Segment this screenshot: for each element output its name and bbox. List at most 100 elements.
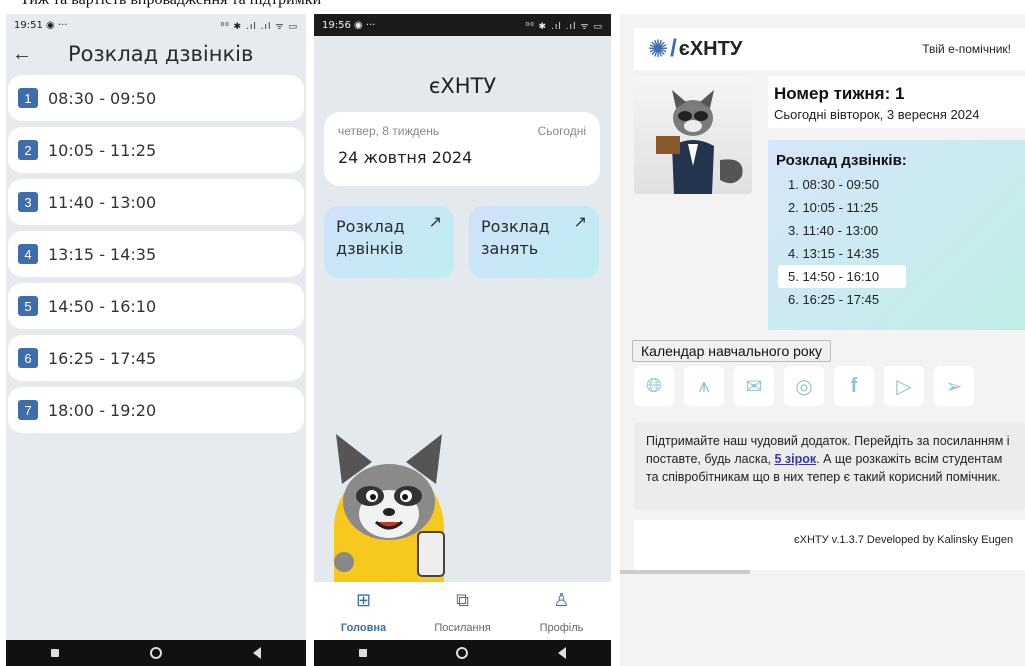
android-nav-bar	[6, 640, 306, 666]
list-item: 2 10:05 - 11:25	[8, 127, 304, 173]
footer-text: єХНТУ v.1.3.7 Developed by Kalinsky Euge…	[794, 534, 1014, 546]
home-icon[interactable]	[149, 647, 162, 659]
list-item: 3 11:40 - 13:00	[8, 179, 304, 225]
facebook-icon[interactable]: f	[834, 366, 874, 406]
status-right-icons: ⁰⁰ ✱ .ıl .ıl ᯤ ▭	[525, 21, 603, 32]
web-app-panel: ✺ / єХНТУ Твій е-помічник! Номер тижня: …	[620, 14, 1025, 666]
today-label: Сьогодні	[537, 124, 586, 138]
tab-label: Посилання	[434, 622, 491, 634]
site-header: ✺ / єХНТУ Твій е-помічник!	[634, 28, 1025, 70]
date-card: четвер, 8 тиждень Сьогодні 24 жовтня 202…	[324, 112, 600, 186]
arrow-up-right-icon: ↗	[428, 214, 442, 231]
page-title: Розклад дзвінків	[68, 42, 254, 66]
website-globe-icon[interactable]: 🌐︎	[634, 366, 674, 406]
week-number: Номер тижня: 1	[774, 84, 905, 103]
list-item: 1 08:30 - 09:50	[8, 75, 304, 121]
bell-schedule-box: Розклад дзвінків: 1. 08:30 - 09:50 2. 10…	[768, 140, 1025, 330]
tile-label: Розклад дзвінків	[336, 217, 405, 258]
university-icon[interactable]: ⩚	[684, 366, 724, 406]
tab-label: Профіль	[539, 622, 584, 634]
bell-time: 13:15 - 14:35	[48, 244, 157, 264]
horizontal-scrollbar[interactable]	[620, 570, 750, 574]
telegram-icon[interactable]: ➢	[934, 366, 974, 406]
weekday-label: четвер, 8 тиждень	[338, 124, 440, 138]
home-icon[interactable]	[456, 647, 469, 659]
list-item: 4 13:15 - 14:35	[8, 231, 304, 277]
user-icon: ♙	[553, 590, 570, 610]
bell-time: 14:50 - 16:10	[48, 296, 157, 316]
bell-time: 08:30 - 09:50	[48, 88, 157, 108]
raccoon-reading-icon	[656, 90, 743, 194]
support-message: Підтримайте наш чудовий додаток. Перейді…	[634, 422, 1025, 510]
instagram-icon[interactable]: ◎	[784, 366, 824, 406]
list-item: 6 16:25 - 17:45	[8, 335, 304, 381]
class-schedule-tile[interactable]: Розклад занять ↗	[469, 206, 599, 278]
logo-slash: /	[670, 35, 677, 62]
raccoon-mascot-icon	[334, 434, 445, 584]
raccoon-photo	[634, 76, 752, 194]
tile-label: Розклад занять	[481, 217, 550, 258]
list-item: 3. 11:40 - 13:00	[788, 223, 879, 238]
bells-title: Розклад дзвінків:	[776, 152, 907, 169]
bell-schedule-tile[interactable]: Розклад дзвінків ↗	[324, 206, 454, 278]
back-triangle-icon[interactable]	[558, 647, 567, 659]
list-item-current: 5. 14:50 - 16:10	[778, 265, 906, 288]
globe-logo-icon: ✺	[648, 35, 669, 63]
recent-apps-icon[interactable]	[358, 649, 367, 657]
list-item: 2. 10:05 - 11:25	[788, 200, 879, 215]
rate-link[interactable]: 5 зірок	[775, 452, 817, 466]
bell-number: 4	[18, 244, 38, 264]
bell-time: 16:25 - 17:45	[48, 348, 157, 368]
today-date: Сьогодні вівторок, 3 вересня 2024	[774, 107, 980, 122]
list-item: 6. 16:25 - 17:45	[788, 292, 880, 307]
site-footer: єХНТУ v.1.3.7 Developed by Kalinsky Euge…	[634, 520, 1025, 570]
site-logo[interactable]: ✺ / єХНТУ	[648, 35, 742, 64]
list-item: 5 14:50 - 16:10	[8, 283, 304, 329]
list-item: 7 18:00 - 19:20	[8, 387, 304, 433]
phone-home-screen: 19:56 ◉ ··· ⁰⁰ ✱ .ıl .ıl ᯤ ▭ єХНТУ четве…	[314, 14, 611, 666]
tagline: Твій е-помічник!	[922, 42, 1011, 56]
tab-home[interactable]: ⊞ Головна	[324, 590, 404, 634]
android-nav-bar	[314, 640, 611, 666]
bell-time: 10:05 - 11:25	[48, 140, 157, 160]
grid-icon: ⊞	[355, 590, 372, 610]
back-triangle-icon[interactable]	[252, 647, 261, 659]
week-info: Номер тижня: 1 Сьогодні вівторок, 3 вере…	[768, 76, 1025, 128]
status-right-icons: ⁰⁰ ✱ .ıl .ıl ᯤ ▭	[220, 21, 298, 32]
phone-bell-schedule: 19:51 ◉ ··· ⁰⁰ ✱ .ıl .ıl ᯤ ▭ ← Розклад д…	[6, 14, 306, 666]
bell-time: 18:00 - 19:20	[48, 400, 157, 420]
bell-number: 7	[18, 400, 38, 420]
logo-text: єХНТУ	[678, 37, 743, 60]
status-left-icons: ◉ ···	[354, 19, 376, 31]
arrow-up-right-icon: ↗	[573, 214, 587, 231]
bell-number: 3	[18, 192, 38, 212]
current-date: 24 жовтня 2024	[338, 148, 473, 167]
status-bar: 19:56 ◉ ··· ⁰⁰ ✱ .ıl .ıl ᯤ ▭	[314, 14, 611, 36]
recent-apps-icon[interactable]	[51, 649, 60, 657]
bell-number: 5	[18, 296, 38, 316]
screen-header: ← Розклад дзвінків	[6, 36, 306, 72]
bell-number: 6	[18, 348, 38, 368]
page-caption: Тиж та вартість впровадження та підтримк…	[20, 0, 321, 9]
tab-label: Головна	[340, 622, 387, 634]
external-link-icon: ⧉	[456, 590, 469, 610]
bell-number: 2	[18, 140, 38, 160]
status-time: 19:56	[322, 19, 351, 31]
status-time: 19:51	[14, 19, 43, 31]
app-title: єХНТУ	[428, 74, 497, 98]
status-left-icons: ◉ ···	[46, 19, 68, 31]
bell-time: 11:40 - 13:00	[48, 192, 157, 212]
tab-profile[interactable]: ♙ Профіль	[522, 590, 602, 634]
bell-list: 1 08:30 - 09:50 2 10:05 - 11:25 3 11:40 - 1…	[6, 75, 306, 433]
back-arrow-icon[interactable]: ←	[12, 44, 34, 64]
bottom-tab-bar: ⊞ Головна ⧉ Посилання ♙ Профіль	[314, 582, 611, 640]
tab-links[interactable]: ⧉ Посилання	[423, 590, 503, 634]
social-links: 🌐︎ ⩚ ✉ ◎ f ▷ ➢	[634, 366, 984, 406]
bell-number: 1	[18, 88, 38, 108]
list-item: 1. 08:30 - 09:50	[788, 177, 880, 192]
status-bar: 19:51 ◉ ··· ⁰⁰ ✱ .ıl .ıl ᯤ ▭	[6, 14, 306, 36]
list-item: 4. 13:15 - 14:35	[788, 246, 880, 261]
youtube-icon[interactable]: ▷	[884, 366, 924, 406]
academic-calendar-button[interactable]: Календар навчального року	[632, 340, 831, 362]
mail-icon[interactable]: ✉	[734, 366, 774, 406]
